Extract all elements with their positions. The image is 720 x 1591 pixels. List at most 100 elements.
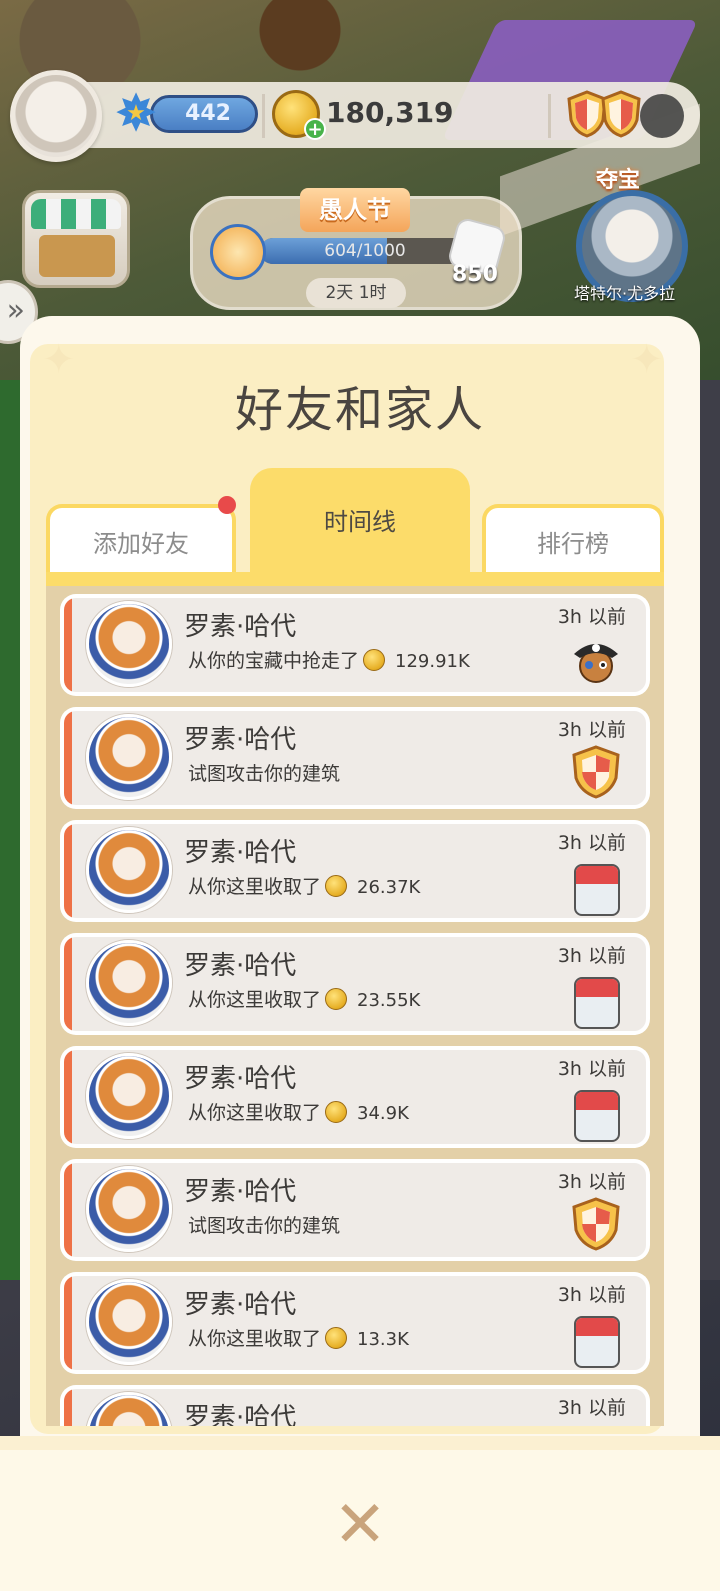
item-description: 从你这里收取了 34.9K [188, 1098, 409, 1125]
item-text: 从你这里收取了 [188, 876, 322, 898]
timeline-item-body: 罗素·哈代从你的宝藏中抢走了 129.91K 3h 以前 [64, 598, 646, 692]
calendar-icon [574, 1090, 620, 1142]
item-description: 试图攻击你的建筑 [188, 1211, 340, 1238]
calendar-icon [574, 1316, 620, 1368]
tab-add-friend[interactable]: 添加好友 [46, 504, 236, 582]
item-text: 从你这里收取了 [188, 1328, 322, 1350]
friend-avatar[interactable] [86, 827, 172, 913]
hud-divider [262, 94, 265, 138]
item-text: 从你这里收取了 [188, 989, 322, 1011]
item-accent-bar [64, 1050, 72, 1144]
calendar-icon [574, 977, 620, 1029]
shop-button[interactable] [22, 190, 130, 288]
coin-balance: 180,319 [326, 96, 454, 129]
item-accent-bar [64, 711, 72, 805]
coin-icon [363, 649, 386, 671]
item-time: 3h 以前 [557, 606, 626, 628]
friend-avatar[interactable] [86, 940, 172, 1026]
item-description: 从你这里收取了 23.55K [188, 985, 420, 1012]
tab-leaderboard[interactable]: 排行榜 [482, 504, 664, 582]
friend-name: 罗素·哈代 [184, 612, 297, 642]
pirate-icon [574, 644, 618, 683]
jester-icon [210, 224, 266, 280]
friend-avatar[interactable] [86, 1392, 172, 1426]
timeline-list[interactable]: 罗素·哈代 从你的宝藏中抢走了 129.91K 3h 以前 罗素·哈代 试图攻击你的建筑 3… [46, 586, 664, 1426]
friend-name: 罗素·哈代 [184, 951, 297, 981]
item-amount: 23.55K [357, 990, 421, 1011]
hud-divider [548, 94, 551, 138]
level-value: 442 [185, 101, 231, 126]
player-avatar[interactable] [10, 70, 102, 162]
level-star-icon: ✸ ★ [114, 84, 158, 144]
friend-avatar[interactable] [86, 714, 172, 800]
item-accent-bar [64, 937, 72, 1031]
item-description: 从你这里收取了 26.37K [188, 872, 420, 899]
friend-name: 罗素·哈代 [184, 1290, 297, 1320]
friend-name: 罗素·哈代 [184, 1403, 297, 1426]
tab-underline [46, 572, 664, 586]
item-text: 从你这里收取了 [188, 1102, 322, 1124]
coin-icon [325, 875, 348, 897]
event-progress-text: 604/1000 [324, 241, 406, 261]
friend-name: 罗素·哈代 [184, 725, 297, 755]
item-accent-bar [64, 1389, 72, 1426]
timeline-item[interactable]: 罗素·哈代从你这里收取了 23.55K 3h 以前 [60, 933, 650, 1035]
shield-icon [572, 745, 620, 799]
coin-icon [325, 1327, 348, 1349]
item-description: 从你这里收取了 13.3K [188, 1324, 409, 1351]
item-accent-bar [64, 824, 72, 918]
item-time: 3h 以前 [557, 1058, 626, 1080]
item-time: 3h 以前 [557, 1284, 626, 1306]
timeline-item[interactable]: 罗素·哈代从你这里收取了 26.37K 3h 以前 [60, 820, 650, 922]
item-amount: 13.3K [357, 1329, 409, 1350]
coin-icon [325, 1101, 348, 1123]
item-description: 从你的宝藏中抢走了 129.91K [188, 646, 470, 673]
dice-count: 850 [452, 262, 498, 287]
item-text: 试图攻击你的建筑 [188, 763, 341, 785]
timeline-item-body: 罗素·哈代从你这里收取了 13.3K 3h 以前 [64, 1276, 646, 1370]
timeline-item-body: 罗素·哈代从你这里收取了 23.55K 3h 以前 [64, 937, 646, 1031]
timeline-item[interactable]: 罗素·哈代 3h 以前 [60, 1385, 650, 1426]
item-time: 3h 以前 [557, 832, 626, 854]
timeline-item[interactable]: 罗素·哈代试图攻击你的建筑 3h 以前 [60, 707, 650, 809]
friend-name: 罗素·哈代 [184, 838, 297, 868]
timeline-item[interactable]: 罗素·哈代 试图攻击你的建筑 3h 以前 [60, 1159, 650, 1261]
close-button[interactable]: ✕ [330, 1493, 390, 1557]
item-amount: 34.9K [357, 1103, 409, 1124]
item-description: 试图攻击你的建筑 [188, 759, 340, 786]
item-amount: 26.37K [357, 877, 421, 898]
shield-icon [601, 90, 641, 138]
add-coins-button[interactable]: + [304, 118, 326, 140]
item-time: 3h 以前 [557, 719, 626, 741]
level-counter: 442 [150, 95, 258, 133]
item-time: 3h 以前 [557, 945, 626, 967]
friend-name: 罗素·哈代 [184, 1064, 297, 1094]
item-accent-bar [64, 1163, 72, 1257]
tab-timeline[interactable]: 时间线 [250, 468, 470, 582]
friend-avatar[interactable] [86, 1279, 172, 1365]
friend-avatar[interactable] [86, 1166, 172, 1252]
shield-slot-empty [640, 94, 684, 138]
timeline-item-body: 罗素·哈代从你这里收取了 34.9K 3h 以前 [64, 1050, 646, 1144]
timeline-item[interactable]: 罗素·哈代从你这里收取了 34.9K 3h 以前 [60, 1046, 650, 1148]
shield-icon [572, 1197, 620, 1251]
friend-avatar[interactable] [86, 1053, 172, 1139]
friend-name: 罗素·哈代 [184, 1177, 297, 1207]
timeline-item-body: 罗素·哈代试图攻击你的建筑 3h 以前 [64, 711, 646, 805]
timeline-item-body: 罗素·哈代 3h 以前 [64, 1389, 646, 1426]
modal-title: 好友和家人 [234, 382, 485, 438]
timeline-item-body: 罗素·哈代从你这里收取了 26.37K 3h 以前 [64, 824, 646, 918]
friend-avatar[interactable] [86, 601, 172, 687]
item-time: 3h 以前 [557, 1397, 626, 1419]
tab-label: 排行榜 [537, 530, 609, 558]
timeline-item[interactable]: 罗素·哈代从你的宝藏中抢走了 129.91K 3h 以前 [60, 594, 650, 696]
calendar-icon [574, 864, 620, 916]
item-amount: 129.91K [395, 651, 470, 672]
timeline-item[interactable]: 罗素·哈代从你这里收取了 13.3K 3h 以前 [60, 1272, 650, 1374]
timeline-item-body: 罗素·哈代 试图攻击你的建筑 3h 以前 [64, 1163, 646, 1257]
item-accent-bar [64, 598, 72, 692]
event-timer: 2天 1时 [306, 278, 406, 308]
shop-box-icon [39, 235, 115, 277]
coin-icon [325, 988, 348, 1010]
shop-awning-icon [31, 199, 121, 229]
